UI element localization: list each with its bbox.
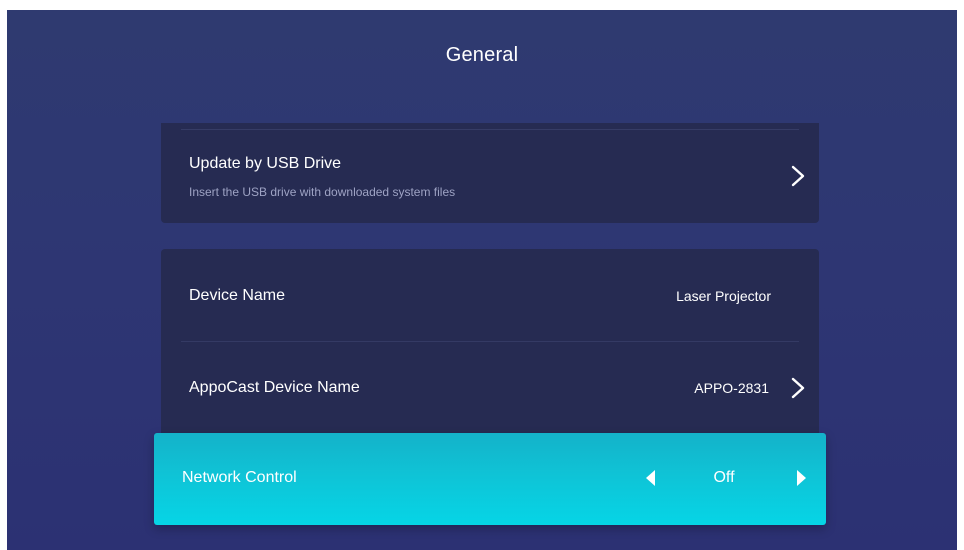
network-control-label: Network Control [182,469,297,486]
chevron-right-icon [789,165,807,187]
usb-update-subtitle: Insert the USB drive with downloaded sys… [189,185,456,199]
appocast-device-name-row[interactable]: AppoCast Device Name APPO-2831 [161,342,819,445]
divider [181,129,799,130]
device-name-row[interactable]: Device Name Laser Projector [161,249,819,341]
usb-update-row[interactable]: Update by USB Drive Insert the USB drive… [161,123,819,223]
usb-update-title: Update by USB Drive [189,155,342,172]
page-title: General [445,44,519,66]
network-control-value: Off [713,469,735,486]
settings-screen: General Update by USB Drive Insert the U… [7,10,957,550]
network-control-row[interactable]: Network Control Off [154,433,826,525]
device-name-label: Device Name [189,287,286,304]
appocast-device-name-label: AppoCast Device Name [189,379,360,396]
triangle-right-icon[interactable] [794,469,808,487]
chevron-right-icon [789,377,807,399]
device-settings-card: Device Name Laser Projector AppoCast Dev… [161,249,819,445]
device-name-value: Laser Projector [676,288,771,304]
appocast-device-name-value: APPO-2831 [694,380,769,396]
triangle-left-icon[interactable] [644,469,658,487]
